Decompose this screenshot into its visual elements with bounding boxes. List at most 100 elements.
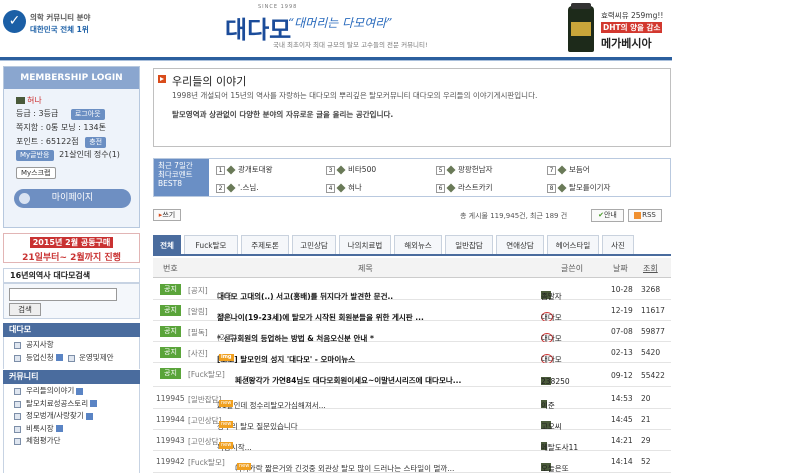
- rank-badge: 4: [326, 184, 335, 193]
- row-category[interactable]: [사진]: [188, 348, 208, 359]
- best-author: 광개토대왕: [238, 165, 273, 174]
- best-item[interactable]: 6 라스트카키: [436, 182, 493, 193]
- my-post-button[interactable]: My글반응: [16, 150, 54, 161]
- row-views: 11617: [641, 306, 665, 315]
- level-row: 등급 : 3등급 로그아웃: [16, 108, 105, 120]
- badge-line2: 대한민국 전체 1위: [30, 25, 89, 34]
- ad-banner[interactable]: 효력씨유 259mg!! DHT의 양을 감소 메가베시아: [565, 2, 675, 55]
- my-post-text[interactable]: 21살인데 정수(1): [59, 150, 120, 159]
- nav-item-notice[interactable]: 공지사항: [4, 339, 139, 352]
- my-post-row: My글반응 21살인데 정수(1): [16, 149, 120, 161]
- row-category[interactable]: [Fuck탈모]: [188, 457, 225, 468]
- memo-stats[interactable]: 쪽지함 : 0통 모닝 : 134톤: [16, 122, 106, 133]
- table-row[interactable]: 119942 [Fuck탈모] 머리카락 짧은거와 긴것중 외관상 탈모 많이 …: [153, 451, 671, 473]
- search-button[interactable]: 검색: [9, 303, 41, 316]
- tab-dating[interactable]: 연애상담: [496, 235, 544, 254]
- guide-button[interactable]: ✔안내: [591, 209, 624, 222]
- row-category[interactable]: [공지]: [188, 285, 208, 296]
- badge-line1: 의학 커뮤니티 분야: [30, 13, 91, 22]
- tab-fuck-talmo[interactable]: Fuck탈모: [184, 235, 238, 254]
- arrow-icon: [158, 75, 166, 83]
- notice-badge: 공지: [160, 368, 181, 379]
- search-input[interactable]: [9, 288, 117, 301]
- col-date: 날짜: [613, 264, 628, 273]
- row-category[interactable]: [Fuck탈모]: [188, 369, 225, 380]
- charge-button[interactable]: 충전: [85, 137, 107, 148]
- banner-line2: 21일부터~ 2월까지 진행: [22, 253, 121, 263]
- best-author: 혀나: [348, 183, 362, 192]
- best-item[interactable]: 5 팡팡헌남자: [436, 164, 493, 175]
- nav-item-label: 체험평가단: [26, 436, 61, 445]
- nav-item-our-story[interactable]: 우리들의이야기: [4, 385, 139, 398]
- table-row[interactable]: 공지 [Fuck탈모] 페션왕각가 가연84님도 대다모회원이세요~이말년시리즈…: [153, 363, 671, 387]
- rss-button[interactable]: RSS: [628, 209, 662, 222]
- row-comment-count: (265): [217, 333, 238, 342]
- col-author: 글쓴이: [561, 264, 584, 273]
- table-row[interactable]: 공지 [알림] 젊은나이(19-23세)에 탈모가 시작된 회원분들을 위한 게…: [153, 300, 671, 322]
- write-button[interactable]: ▸쓰기: [153, 209, 181, 221]
- level-icon: [226, 183, 236, 193]
- nav-item-market[interactable]: 비룩시장: [4, 423, 139, 436]
- nav-item-meetup[interactable]: 정모벙개/사랑찾기: [4, 410, 139, 423]
- tab-my-treatment[interactable]: 나의치료법: [339, 235, 391, 254]
- best8-label-line1: 최근 7일간: [158, 161, 193, 170]
- tab-overseas-news[interactable]: 해외뉴스: [394, 235, 442, 254]
- bullet-icon: [14, 438, 21, 445]
- tab-chat[interactable]: 일반잡담: [445, 235, 493, 254]
- row-title-text: 페션왕각가 가연84님도 대다모회원이세요~이말년시리즈에 대다모나...: [235, 376, 462, 385]
- group-buy-banner[interactable]: 2015년 2월 공동구매 21일부터~ 2월까지 진행: [3, 233, 140, 263]
- nav-item-label: 공지사항: [26, 340, 54, 349]
- nav-list-daedamo: 공지사항 등업신청 운영및제안: [3, 337, 140, 369]
- row-date: 14:14: [611, 457, 633, 466]
- tab-photo[interactable]: 사진: [602, 235, 634, 254]
- table-row[interactable]: 119945 [일반잡담] 21살인데 정수리탈모가심해져서... (1)new…: [153, 388, 671, 410]
- search-title: 16년의역사 대다모검색: [3, 268, 140, 283]
- best-item[interactable]: 3 비타500: [326, 164, 376, 175]
- table-row[interactable]: 119943 [고민상담] 복용시작... new 메탈도사11 14:21 29: [153, 430, 671, 452]
- brand-logo[interactable]: SINCE 1998 대다모 “대머리는 다모여라” 국내 최초이자 최대 규모…: [225, 4, 455, 49]
- nav-item-reviewers[interactable]: 체험평가단: [4, 435, 139, 448]
- new-badge-icon: [55, 354, 63, 361]
- rank-badge: 1: [216, 166, 225, 175]
- board-desc1: 1998년 개설되어 15년의 역사를 자랑하는 대다모의 뿌리깊은 탈모커뮤니…: [172, 91, 538, 100]
- row-category[interactable]: [알림]: [188, 306, 208, 317]
- tab-all[interactable]: 전체: [153, 235, 181, 254]
- best-item[interactable]: 4 혀나: [326, 182, 362, 193]
- level-icon: [557, 183, 567, 193]
- rss-icon: [634, 211, 642, 219]
- notice-badge: 공지: [160, 347, 181, 358]
- level-icon: [446, 165, 456, 175]
- nav-list-community: 우리들의이야기 탈모치료성공스토리 정모벙개/사랑찾기 비룩시장 체험평가단: [3, 384, 140, 473]
- row-views: 3268: [641, 285, 661, 294]
- my-scrap-button[interactable]: My스크랩: [16, 167, 56, 179]
- logout-button[interactable]: 로그아웃: [70, 109, 105, 120]
- best-item[interactable]: 2 '.스님.: [216, 182, 259, 193]
- best-item[interactable]: 7 보듬어: [547, 164, 590, 175]
- nav-item-label: 등업신청: [26, 352, 54, 362]
- nav-item-levelup[interactable]: 등업신청 운영및제안: [4, 352, 139, 365]
- image-attach-icon: img: [219, 354, 234, 361]
- nav-item-proposal[interactable]: 운영및제안: [68, 352, 114, 365]
- row-comment-count: (96): [217, 312, 233, 321]
- row-category[interactable]: [필독]: [188, 327, 208, 338]
- table-row[interactable]: 공지 [사진] [보도] 탈모인의 성지 '대다모' - 오마이뉴스 (1)im…: [153, 342, 671, 364]
- new-badge-icon: [55, 425, 63, 432]
- tab-hairstyle[interactable]: 헤어스타일: [547, 235, 599, 254]
- nickname[interactable]: 혀나: [27, 96, 42, 105]
- tab-topic-debate[interactable]: 주제토론: [241, 235, 289, 254]
- nav-item-success-story[interactable]: 탈모치료성공스토리: [4, 398, 139, 411]
- best-item[interactable]: 1 광개토대왕: [216, 164, 273, 175]
- table-row[interactable]: 공지 [필독] * 신규회원의 등업하는 방법 & 처음오신분 안내 * (26…: [153, 321, 671, 343]
- best-item[interactable]: 8 탈모를이기자: [547, 182, 610, 193]
- table-row[interactable]: 119944 [고민상담] 정수리 탈모 질문있습니다 new 고오씨 14:45…: [153, 409, 671, 431]
- points-row: 포인트 : 65122점 충전: [16, 136, 107, 148]
- tab-consult[interactable]: 고민상담: [292, 235, 336, 254]
- mypage-button[interactable]: 마이페이지: [14, 189, 131, 208]
- row-views: 55422: [641, 371, 665, 380]
- table-row[interactable]: 공지 [공지] 대다모 고대의(..) 서고(홍배)를 뒤지다가 발견한 문건.…: [153, 279, 671, 301]
- col-views[interactable]: 조회: [643, 263, 658, 274]
- best-author: 보듬어: [569, 165, 590, 174]
- category-tabs: 전체 Fuck탈모 주제토론 고민상담 나의치료법 해외뉴스 일반잡담 연애상담…: [153, 235, 671, 256]
- level-icon: [336, 165, 346, 175]
- row-views: 29: [641, 436, 651, 445]
